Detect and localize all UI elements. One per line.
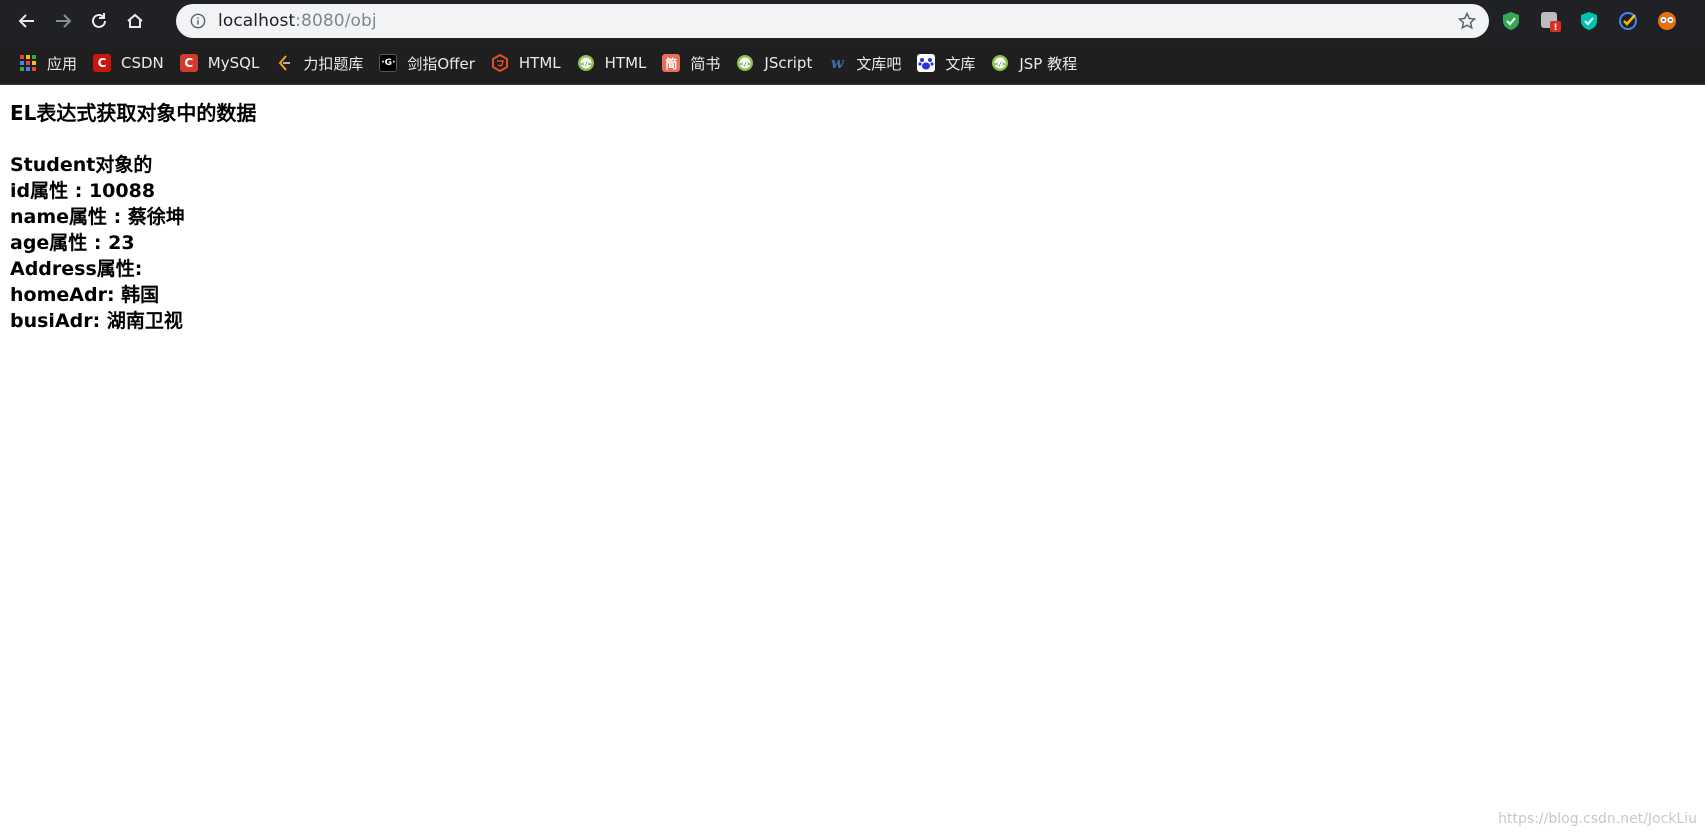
- bookmark-wenkuba[interactable]: w 文库吧: [820, 48, 909, 78]
- page-heading: EL表达式获取对象中的数据: [10, 101, 257, 125]
- svg-text:</>: </>: [995, 61, 1006, 68]
- arrow-right-icon: [56, 14, 72, 28]
- svg-text:!: !: [1553, 23, 1557, 32]
- name-line: name属性 : 蔡徐坤: [10, 206, 185, 228]
- baidu-paw-icon: [917, 54, 936, 72]
- svg-text:</>: </>: [580, 61, 591, 68]
- bookmark-label: MySQL: [207, 54, 260, 72]
- code-circle-icon: </>: [736, 54, 754, 72]
- page-content: EL表达式获取对象中的数据 Student对象的 id属性 : 10088 na…: [10, 99, 256, 334]
- csdn-icon: C: [93, 54, 112, 72]
- reload-button[interactable]: [81, 3, 117, 39]
- bookmark-leetcode[interactable]: 力扣题库: [267, 48, 371, 78]
- business-address-line: busiAdr: 湖南卫视: [10, 310, 183, 332]
- shield-green-extension-icon[interactable]: [1500, 10, 1522, 32]
- watermark: https://blog.csdn.net/JockLiu: [1498, 811, 1697, 827]
- badge-extension-icon[interactable]: !: [1539, 10, 1561, 32]
- bookmark-label: 应用: [47, 54, 78, 73]
- reload-icon: [92, 13, 106, 28]
- bookmark-wenku[interactable]: 文库: [909, 48, 983, 78]
- bookmark-label: 文库吧: [856, 54, 902, 73]
- url-text[interactable]: localhost:8080/obj: [218, 11, 377, 31]
- csdn-icon: C: [179, 54, 198, 72]
- bookmark-label: JSP 教程: [1019, 54, 1078, 73]
- html5-icon: [491, 54, 509, 72]
- bookmark-label: 力扣题库: [303, 54, 364, 73]
- id-line: id属性 : 10088: [10, 180, 156, 202]
- home-address-line: homeAdr: 韩国: [10, 284, 160, 306]
- url-path: :8080/obj: [295, 11, 377, 31]
- bookmark-label: HTML: [518, 54, 561, 72]
- apps-grid-icon: [19, 54, 37, 72]
- code-circle-icon: </>: [577, 54, 595, 72]
- bookmark-jsp-tutorial[interactable]: </> JSP 教程: [983, 48, 1085, 78]
- age-line: age属性 : 23: [10, 232, 135, 254]
- bookmark-label: 剑指Offer: [407, 54, 475, 73]
- nowcoder-icon: ·G·: [379, 54, 398, 72]
- forward-button[interactable]: [45, 3, 81, 39]
- home-icon: [127, 13, 143, 28]
- bookmark-label: 简书: [690, 54, 721, 73]
- bookmark-html-2[interactable]: </> HTML: [569, 48, 655, 78]
- arrow-left-icon: [18, 14, 34, 28]
- code-circle-icon: </>: [991, 54, 1009, 72]
- bookmark-label: CSDN: [121, 54, 164, 72]
- bookmark-apps[interactable]: 应用: [11, 48, 85, 78]
- extensions-area: !: [1500, 0, 1695, 42]
- bookmark-label: JScript: [764, 54, 813, 72]
- bookmark-csdn[interactable]: C CSDN: [85, 48, 172, 78]
- address-label: Address属性:: [10, 258, 143, 280]
- shield-cyan-extension-icon[interactable]: [1578, 10, 1600, 32]
- bookmark-mysql[interactable]: C MySQL: [172, 48, 268, 78]
- bookmarks-bar: 应用 C CSDN C MySQL 力扣题库 ·G· 剑指Offer HTML …: [0, 42, 1705, 85]
- leetcode-icon: [275, 54, 293, 72]
- url-host: localhost: [218, 11, 296, 31]
- back-button[interactable]: [9, 3, 45, 39]
- home-button[interactable]: [117, 3, 153, 39]
- bookmark-jscript[interactable]: </> JScript: [728, 48, 820, 78]
- info-icon[interactable]: [189, 12, 207, 30]
- bookmark-jianzhi-offer[interactable]: ·G· 剑指Offer: [371, 48, 483, 78]
- svg-text:</>: </>: [740, 61, 751, 68]
- bookmark-html-1[interactable]: HTML: [483, 48, 569, 78]
- jianshu-icon: 简: [662, 54, 681, 72]
- star-icon[interactable]: [1457, 11, 1477, 31]
- bookmark-label: HTML: [604, 54, 647, 72]
- wenkuba-icon: w: [830, 54, 844, 72]
- bookmark-label: 文库: [945, 54, 976, 73]
- bookmark-jianshu[interactable]: 简 简书: [654, 48, 728, 78]
- avatar-extension-icon[interactable]: [1656, 10, 1678, 32]
- browser-toolbar: localhost:8080/obj !: [0, 0, 1705, 42]
- student-label: Student对象的: [10, 154, 153, 176]
- address-bar[interactable]: localhost:8080/obj: [176, 4, 1489, 38]
- checkmark-extension-icon[interactable]: [1617, 10, 1639, 32]
